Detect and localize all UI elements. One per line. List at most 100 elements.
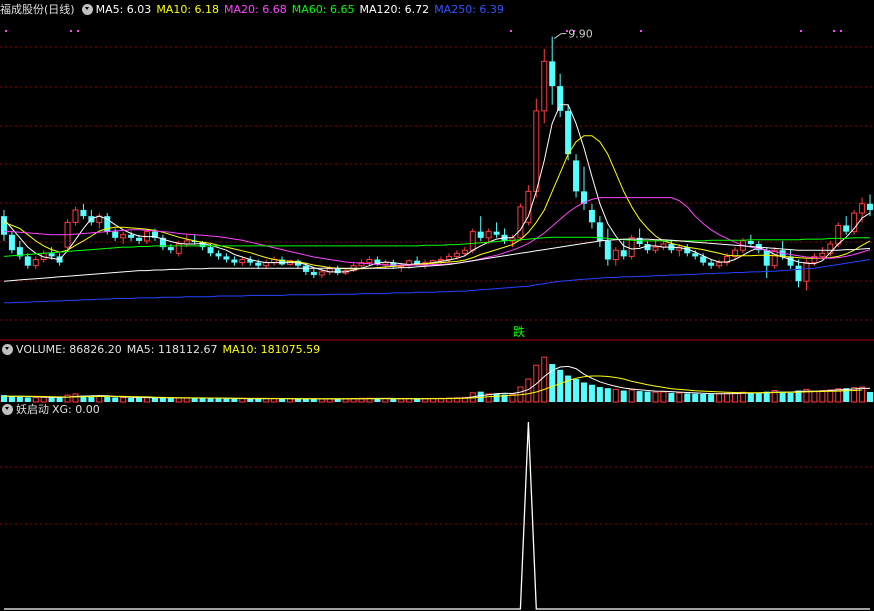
- candle-body: [366, 259, 373, 264]
- volume-bar: [636, 391, 643, 402]
- volume-bar: [724, 392, 731, 403]
- volume-bar: [851, 387, 858, 403]
- candle-body: [795, 265, 802, 282]
- volume-bar: [731, 392, 738, 403]
- candle-body: [565, 110, 572, 155]
- candle-body: [382, 262, 389, 265]
- volume-bar: [318, 398, 325, 403]
- stock-chart[interactable]: 9.90 跌: [0, 0, 874, 611]
- volume-bar: [819, 390, 826, 403]
- candle-body: [469, 231, 476, 251]
- candle-body: [485, 231, 492, 239]
- candle-body: [652, 246, 659, 251]
- volume-bar: [747, 393, 754, 402]
- candle-body: [549, 61, 556, 87]
- candle-body: [120, 234, 127, 239]
- volume-bar: [398, 398, 405, 403]
- candle-body: [692, 253, 699, 257]
- marker-dot: [840, 30, 842, 32]
- volume-panel-header: VOLUME: 86826.20 MA5: 118112.67 MA10: 1810…: [0, 343, 325, 357]
- marker-dot: [800, 30, 802, 32]
- candle-body: [859, 203, 866, 214]
- candle-body: [573, 160, 580, 192]
- volume-bar: [628, 389, 635, 403]
- candle-body: [700, 256, 707, 263]
- candle-body: [255, 262, 262, 266]
- xg-signal-line: [4, 421, 870, 610]
- volume-bar: [56, 397, 63, 402]
- signal-label: 跌: [513, 324, 525, 339]
- candle-body: [867, 203, 874, 210]
- volume-bar: [716, 393, 723, 403]
- volume-bar: [557, 369, 564, 402]
- candle-body: [771, 249, 778, 267]
- candle-body: [24, 256, 31, 266]
- volume-bar: [644, 391, 651, 402]
- volume-bar: [231, 398, 238, 402]
- volume-bar: [175, 397, 182, 403]
- volume-bar: [64, 394, 71, 403]
- volume-bar: [596, 387, 603, 402]
- high-price-label: 9.90: [568, 28, 593, 41]
- candle-body: [32, 259, 39, 267]
- volume-bar: [104, 396, 111, 402]
- candle-body: [207, 247, 214, 254]
- candle-body: [612, 249, 619, 260]
- volume-bar: [660, 391, 667, 403]
- volume-bar: [573, 379, 580, 402]
- volume-bar: [48, 397, 55, 402]
- candle-body: [72, 209, 79, 223]
- volume-bar: [700, 393, 707, 402]
- volume-bar: [588, 384, 595, 402]
- volume-bar: [16, 396, 23, 402]
- candle-body: [763, 250, 770, 266]
- candle-body: [167, 247, 174, 251]
- volume-bar: [96, 395, 103, 403]
- volume-bar: [787, 392, 794, 402]
- volume-bar: [493, 393, 500, 402]
- candle-body: [843, 225, 850, 232]
- volume-bar: [580, 382, 587, 402]
- marker-dot: [70, 30, 72, 32]
- candle-body: [533, 110, 540, 192]
- candle-body: [8, 234, 15, 251]
- volume-bar: [223, 398, 230, 402]
- volume-bar: [279, 398, 286, 402]
- stock-title: 福成股份(日线): [0, 3, 75, 16]
- candle-body: [708, 262, 715, 266]
- volume-bar: [215, 398, 222, 402]
- panel-menu-icon[interactable]: [81, 3, 93, 15]
- candle-body: [493, 231, 500, 235]
- volume-bar: [676, 392, 683, 403]
- volume-bar: [24, 397, 31, 402]
- volume-bar: [779, 392, 786, 402]
- candle-body: [215, 253, 222, 257]
- candle-body: [819, 252, 826, 257]
- volume-bar: [167, 398, 174, 402]
- candle-body: [747, 240, 754, 245]
- ma250-value: MA250: 6.39: [434, 3, 504, 16]
- indicator-panel-header: 妖启动 XG: 0.00: [0, 403, 105, 417]
- volume-bar: [811, 390, 818, 403]
- volume-bar: [159, 398, 166, 402]
- high-pointer: [553, 33, 567, 39]
- candle-body: [310, 271, 317, 275]
- volume-bar: [128, 397, 135, 402]
- candle-body: [231, 259, 238, 263]
- marker-dot: [833, 30, 835, 32]
- indicator-name: 妖启动: [16, 403, 49, 416]
- volume-bar: [541, 356, 548, 403]
- volume-bar: [199, 398, 206, 402]
- marker-dot: [510, 30, 512, 32]
- xg-value: XG: 0.00: [52, 403, 100, 416]
- marker-dot: [5, 30, 7, 32]
- panel-menu-icon[interactable]: [2, 403, 13, 415]
- candle-body: [525, 190, 532, 223]
- candle-body: [445, 255, 452, 260]
- candle-body: [239, 259, 246, 264]
- candle-body: [541, 60, 548, 112]
- ma60-value: MA60: 6.65: [291, 3, 355, 16]
- candle-body: [453, 252, 460, 257]
- panel-menu-icon[interactable]: [2, 343, 13, 355]
- candle-body: [334, 268, 341, 274]
